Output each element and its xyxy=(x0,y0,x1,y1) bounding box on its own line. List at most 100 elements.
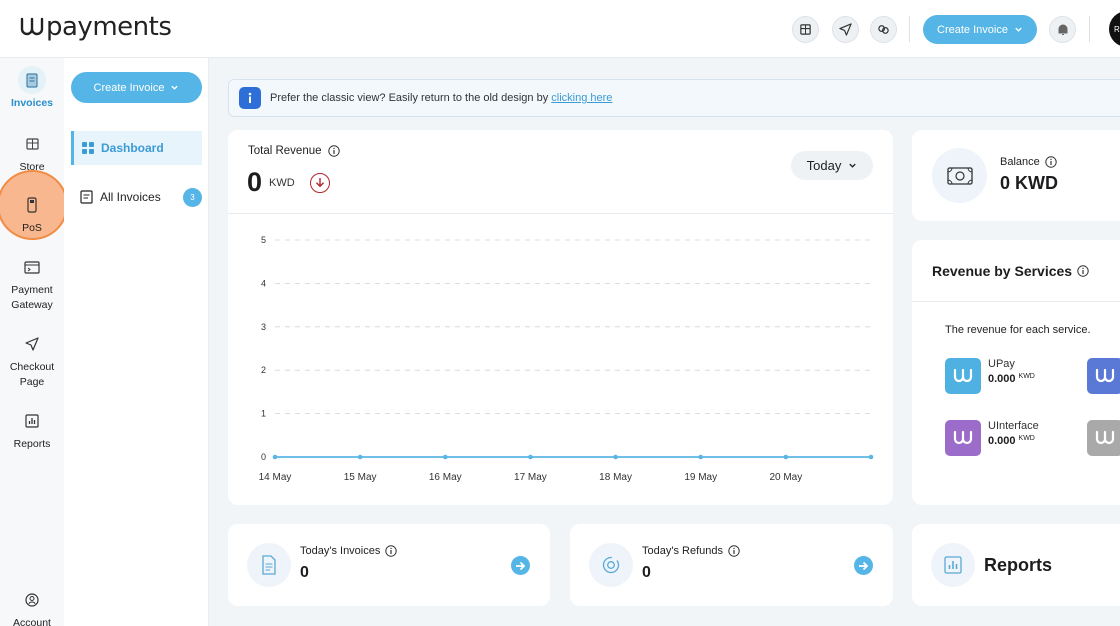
cash-icon xyxy=(932,148,987,203)
x-tick-label: 16 May xyxy=(429,472,462,483)
link-icon xyxy=(878,25,889,34)
x-tick-label: 17 May xyxy=(514,472,547,483)
uinterface-logo-icon xyxy=(945,420,981,456)
balance-label: Balance xyxy=(1000,156,1057,168)
sidebar-item-all-invoices[interactable]: All Invoices 3 xyxy=(80,186,202,208)
user-avatar[interactable]: R U xyxy=(1109,11,1120,47)
services-divider xyxy=(912,301,1120,302)
y-tick-label: 0 xyxy=(261,452,266,462)
services-title-text: Revenue by Services xyxy=(932,263,1073,279)
rail-item-account[interactable]: Account xyxy=(0,586,64,626)
data-point xyxy=(528,454,533,460)
data-point xyxy=(613,454,618,460)
primary-nav-rail: Invoices Store PoS Payment Gateway Check… xyxy=(0,58,68,626)
top-bar: payments Create Invoice R U xyxy=(0,0,1120,58)
avatar-initials: R U xyxy=(1114,24,1120,34)
document-list-icon xyxy=(80,190,93,204)
rail-label-payment-gateway-2: Gateway xyxy=(11,299,53,312)
reports-card-label: Reports xyxy=(984,555,1053,575)
rail-item-payment-gateway[interactable]: Payment Gateway xyxy=(0,253,64,313)
rail-item-pos[interactable]: PoS xyxy=(0,191,64,236)
y-tick-label: 1 xyxy=(261,409,266,419)
rail-item-checkout-page[interactable]: Checkout Page xyxy=(0,330,64,390)
sidebar-create-invoice-button[interactable]: Create Invoice xyxy=(71,72,202,103)
revenue-by-services-card: Revenue by Services The revenue for each… xyxy=(912,240,1120,505)
info-icon xyxy=(239,87,261,109)
service-currency: KWD xyxy=(1018,435,1035,442)
service-name: UInterface xyxy=(988,420,1039,432)
todays-invoices-label: Today's Invoices xyxy=(300,545,398,557)
banner-text: Prefer the classic view? Easily return t… xyxy=(270,92,612,104)
arrow-right-icon[interactable] xyxy=(511,556,530,575)
revenue-card-header: Total Revenue 0 KWD Today xyxy=(228,130,893,214)
store-icon-button[interactable] xyxy=(792,16,819,43)
x-tick-label: 14 May xyxy=(259,472,292,483)
link-icon-button[interactable] xyxy=(870,16,897,43)
invoices-sidebar: Create Invoice Dashboard All Invoices 3 xyxy=(64,58,209,626)
rail-label-checkout-1: Checkout xyxy=(9,361,55,373)
send-icon-button[interactable] xyxy=(832,16,859,43)
services-title: Revenue by Services xyxy=(932,263,1089,279)
sidebar-item-dashboard[interactable]: Dashboard xyxy=(71,131,202,165)
create-invoice-button[interactable]: Create Invoice xyxy=(923,15,1037,44)
classic-view-banner: Prefer the classic view? Easily return t… xyxy=(228,79,1120,117)
service-item-4[interactable] xyxy=(1087,420,1120,456)
y-tick-label: 2 xyxy=(261,365,266,375)
rail-item-reports[interactable]: Reports xyxy=(0,407,64,452)
refund-icon xyxy=(589,543,633,587)
send-icon xyxy=(18,330,46,358)
service-item-upay[interactable]: UPay 0.000 KWD xyxy=(945,358,1035,394)
info-circle-icon[interactable] xyxy=(1045,156,1057,168)
info-circle-icon[interactable] xyxy=(327,145,340,157)
period-dropdown-label: Today xyxy=(806,158,842,173)
sidebar-all-invoices-label: All Invoices xyxy=(100,190,161,204)
data-point xyxy=(357,454,363,460)
info-circle-icon[interactable] xyxy=(728,545,740,557)
chevron-down-icon xyxy=(1015,27,1022,32)
classic-view-link[interactable]: clicking here xyxy=(551,92,612,104)
period-dropdown[interactable]: Today xyxy=(791,151,873,180)
service-item-uinterface[interactable]: UInterface 0.000 KWD xyxy=(945,420,1039,456)
service-amount: 0.000 KWD xyxy=(988,373,1035,385)
chevron-down-icon xyxy=(171,85,179,90)
send-icon xyxy=(839,23,852,36)
rail-item-store[interactable]: Store xyxy=(0,130,64,175)
dashboard-grid-icon xyxy=(82,142,94,154)
total-revenue-card: Total Revenue 0 KWD Today 0 1 2 3 4 5 14 May 15… xyxy=(228,130,893,505)
brand-logo[interactable]: payments xyxy=(18,12,172,42)
revenue-title-text: Total Revenue xyxy=(248,145,322,157)
info-circle-icon[interactable] xyxy=(385,545,398,557)
invoice-document-icon xyxy=(247,543,291,587)
logo-text: payments xyxy=(46,12,172,42)
rail-label-invoices: Invoices xyxy=(10,97,54,109)
todays-refunds-label-text: Today's Refunds xyxy=(642,545,723,557)
todays-invoices-value: 0 xyxy=(300,564,309,581)
services-subtitle: The revenue for each service. xyxy=(945,324,1091,336)
invoice-count-badge: 3 xyxy=(183,188,202,207)
service-logo-icon xyxy=(1087,420,1120,456)
revenue-currency: KWD xyxy=(269,176,295,189)
service-item-3[interactable] xyxy=(1087,358,1120,394)
notifications-button[interactable] xyxy=(1049,16,1076,43)
info-circle-icon[interactable] xyxy=(1077,265,1089,277)
service-amount: 0.000 KWD xyxy=(988,435,1039,447)
data-point xyxy=(783,454,789,460)
upay-logo-icon xyxy=(945,358,981,394)
sidebar-create-invoice-label: Create Invoice xyxy=(93,81,165,94)
todays-refunds-label: Today's Refunds xyxy=(642,545,740,557)
data-point xyxy=(442,454,448,460)
bar-chart-icon xyxy=(931,543,975,587)
y-tick-label: 4 xyxy=(261,278,266,288)
service-name: UPay xyxy=(988,358,1015,370)
terminal-window-icon xyxy=(18,253,46,281)
rail-label-reports: Reports xyxy=(13,438,51,450)
reports-card[interactable]: Reports xyxy=(912,524,1120,606)
revenue-line-chart: 0 1 2 3 4 5 14 May 15 May 16 May 17 May 18 May 19 M… xyxy=(259,235,874,483)
bell-icon xyxy=(1058,24,1067,35)
todays-refunds-value: 0 xyxy=(642,564,651,581)
todays-invoices-card[interactable]: Today's Invoices 0 xyxy=(228,524,550,606)
todays-refunds-card[interactable]: Today's Refunds 0 xyxy=(570,524,893,606)
arrow-right-icon[interactable] xyxy=(854,556,873,575)
rail-item-invoices[interactable]: Invoices xyxy=(0,66,64,111)
x-tick-label: 19 May xyxy=(684,472,717,483)
